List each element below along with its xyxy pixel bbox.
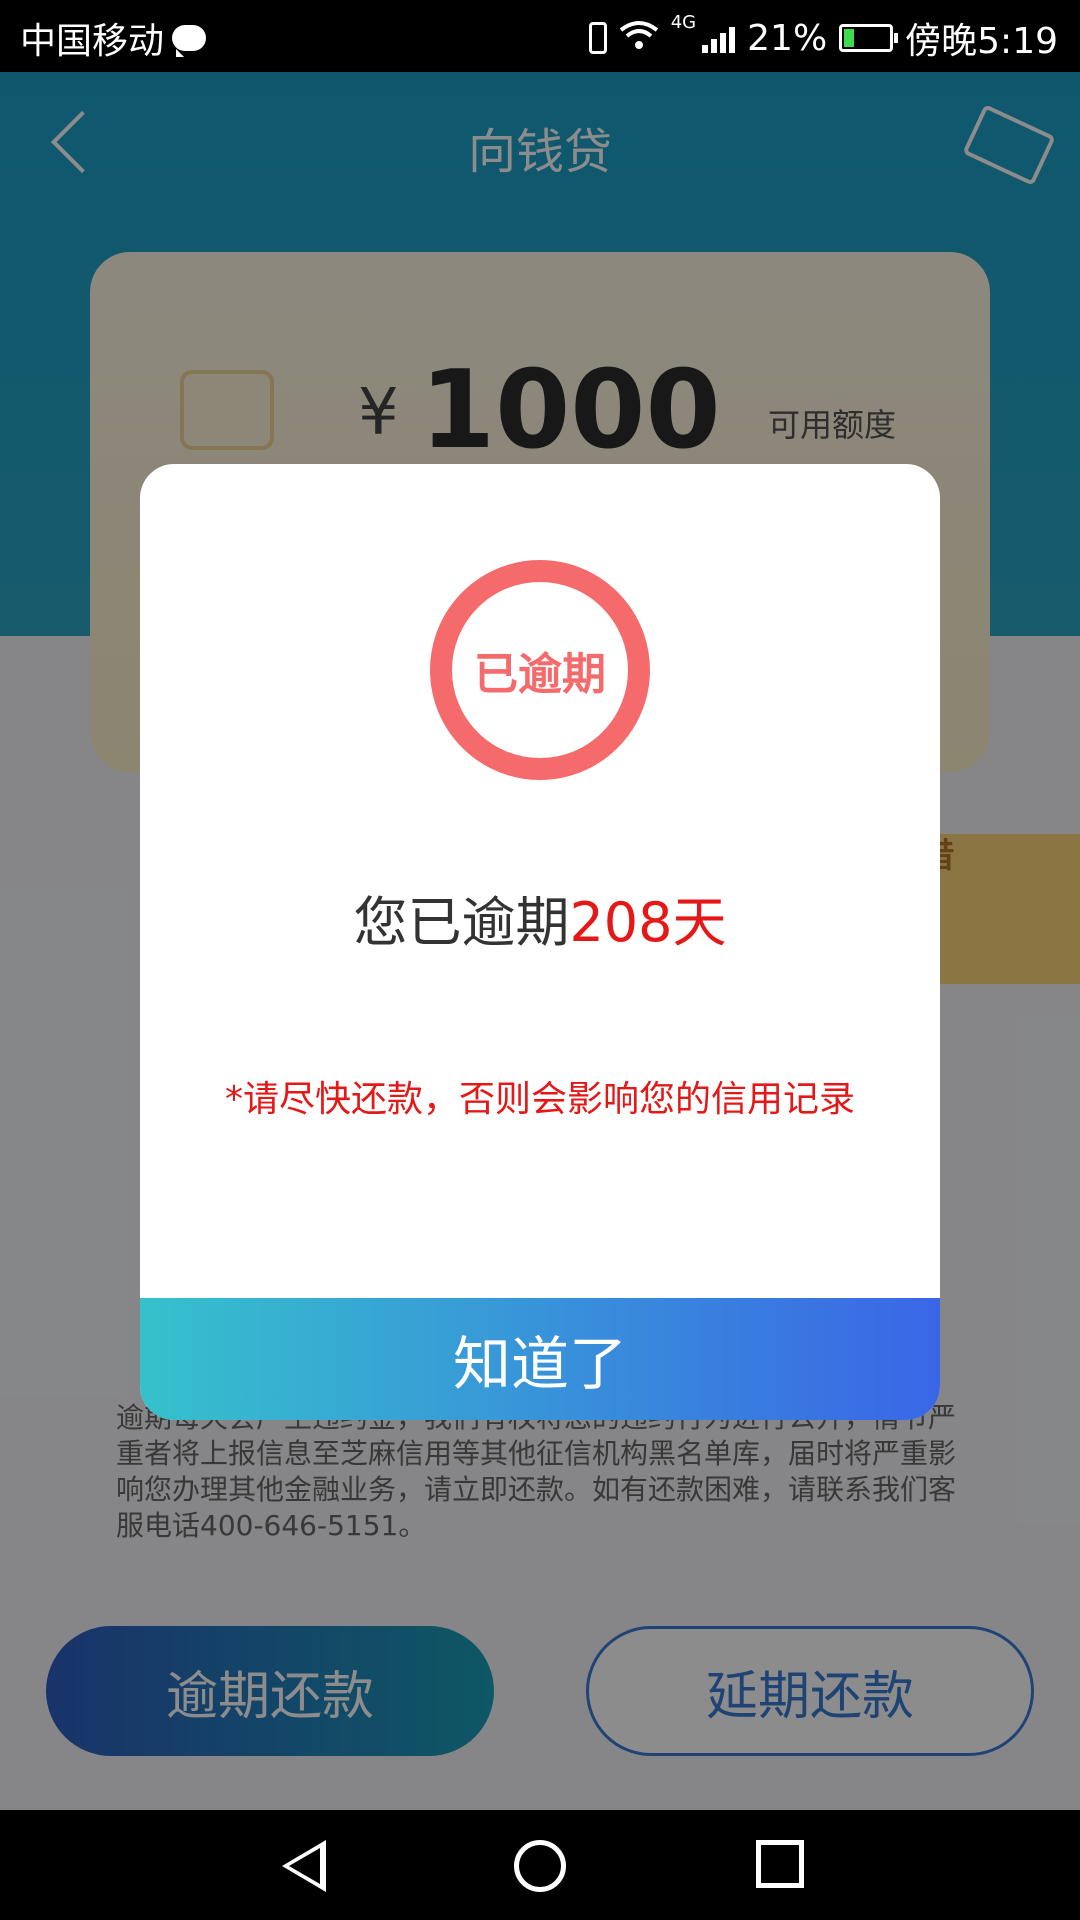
message-icon — [172, 25, 207, 57]
status-bar: 中国移动 4G 21% 傍晚5:19 — [0, 0, 1080, 72]
signal-icon — [702, 23, 736, 53]
credit-warning: *请尽快还款，否则会影响您的信用记录 — [224, 1079, 855, 1120]
overdue-badge: 已逾期 — [430, 560, 650, 780]
nav-recents-icon[interactable] — [756, 1840, 804, 1888]
vibrate-icon — [588, 22, 607, 54]
carrier-name: 中国移动 — [20, 21, 165, 62]
clock: 傍晚5:19 — [905, 21, 1058, 62]
nav-home-icon[interactable] — [514, 1840, 566, 1892]
overdue-days: 208天 — [569, 891, 727, 954]
overdue-message-prefix: 您已逾期 — [353, 891, 570, 954]
overdue-badge-label: 已逾期 — [474, 649, 606, 700]
nav-back-icon-inner — [289, 1848, 320, 1884]
battery-icon — [839, 24, 899, 52]
wifi-icon — [619, 18, 659, 59]
battery-percent: 21% — [747, 17, 828, 59]
overdue-message: 您已逾期208天 — [140, 878, 940, 957]
network-type: 4G — [670, 12, 697, 33]
got-it-button[interactable]: 知道了 — [140, 1298, 940, 1420]
